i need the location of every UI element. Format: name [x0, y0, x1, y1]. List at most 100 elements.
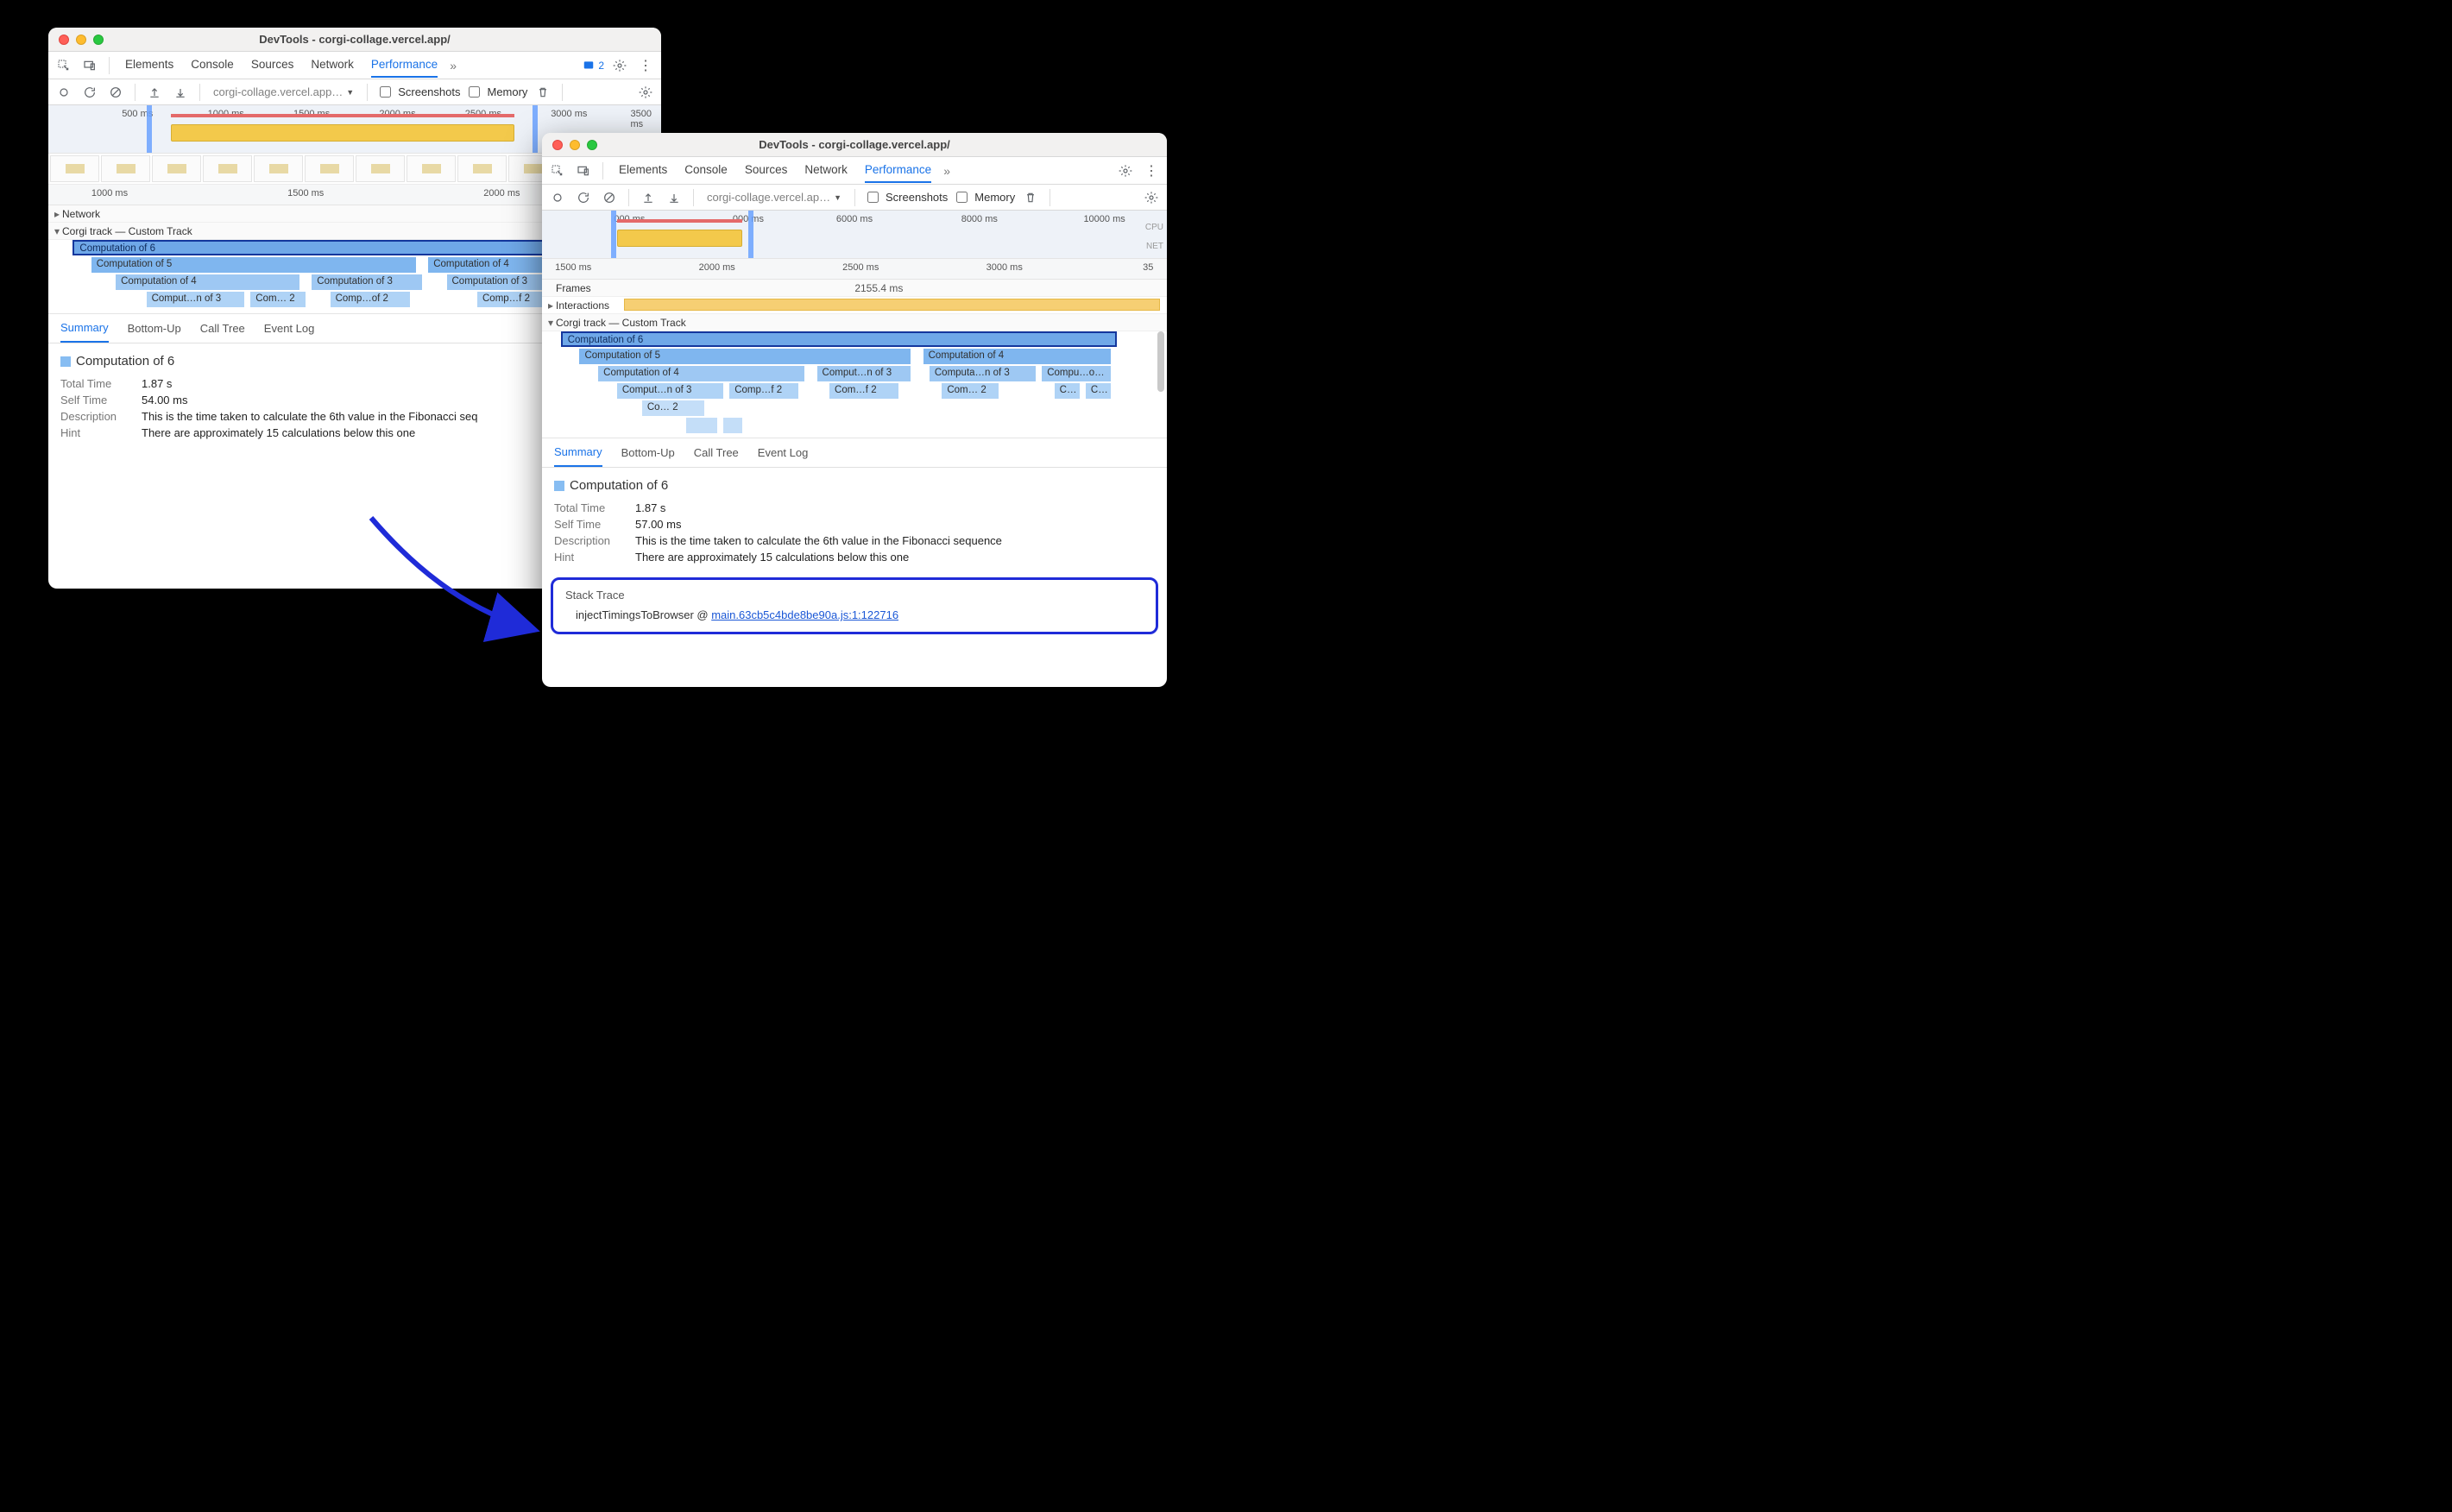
- flame-entry[interactable]: Com…f 2: [829, 383, 898, 399]
- device-toolbar-icon[interactable]: [573, 161, 594, 181]
- upload-icon[interactable]: [638, 187, 659, 208]
- window-zoom-button[interactable]: [587, 140, 597, 150]
- flame-entry[interactable]: C…: [1055, 383, 1080, 399]
- gc-icon[interactable]: [533, 82, 553, 103]
- scrollbar-thumb[interactable]: [1157, 331, 1164, 392]
- flame-entry[interactable]: Comput…n of 3: [617, 383, 723, 399]
- flame-entry[interactable]: Computa…n of 3: [930, 366, 1036, 381]
- screenshot-thumb[interactable]: [50, 155, 99, 182]
- overview-handle-right[interactable]: [748, 211, 753, 258]
- gc-icon[interactable]: [1020, 187, 1041, 208]
- memory-toggle[interactable]: Memory: [953, 189, 1015, 205]
- flame-entry[interactable]: Co… 2: [642, 400, 704, 416]
- record-icon[interactable]: [54, 82, 74, 103]
- window-minimize-button[interactable]: [570, 140, 580, 150]
- reload-record-icon[interactable]: [79, 82, 100, 103]
- screenshot-thumb[interactable]: [356, 155, 405, 182]
- kebab-menu-icon[interactable]: ⋮: [1141, 161, 1162, 181]
- flame-entry[interactable]: Comp…f 2: [477, 292, 551, 307]
- flame-entry[interactable]: Computation of 4: [116, 274, 299, 290]
- download-icon[interactable]: [170, 82, 191, 103]
- overview-handle-right[interactable]: [533, 105, 538, 153]
- device-toolbar-icon[interactable]: [79, 55, 100, 76]
- kebab-menu-icon[interactable]: ⋮: [635, 55, 656, 76]
- flame-entry[interactable]: Computation of 5: [579, 349, 911, 364]
- tab-elements[interactable]: Elements: [125, 53, 173, 78]
- flame-entry[interactable]: Com… 2: [250, 292, 306, 307]
- tab-console[interactable]: Console: [684, 158, 728, 183]
- screenshots-toggle[interactable]: Screenshots: [376, 84, 460, 100]
- flame-entry[interactable]: Computation of 4: [598, 366, 804, 381]
- subtab-summary[interactable]: Summary: [60, 314, 109, 343]
- subtab-summary[interactable]: Summary: [554, 438, 602, 467]
- screenshot-thumb[interactable]: [203, 155, 252, 182]
- screenshot-thumb[interactable]: [305, 155, 354, 182]
- screenshot-thumb[interactable]: [254, 155, 303, 182]
- screenshot-thumb[interactable]: [101, 155, 150, 182]
- settings-icon[interactable]: [1115, 161, 1136, 181]
- subtab-bottom-up[interactable]: Bottom-Up: [128, 315, 181, 342]
- upload-icon[interactable]: [144, 82, 165, 103]
- more-tabs-icon[interactable]: »: [443, 55, 463, 76]
- interactions-section[interactable]: ▸Interactions: [542, 297, 1167, 314]
- capture-settings-icon[interactable]: [1141, 187, 1162, 208]
- flame-entry[interactable]: Comp…of 2: [331, 292, 410, 307]
- window-minimize-button[interactable]: [76, 35, 86, 45]
- flame-entry[interactable]: [686, 418, 717, 433]
- flame-entry[interactable]: Compu…of 2: [1042, 366, 1111, 381]
- overview-handle-left[interactable]: [611, 211, 616, 258]
- tab-performance[interactable]: Performance: [371, 53, 438, 78]
- window-close-button[interactable]: [59, 35, 69, 45]
- overview-handle-left[interactable]: [147, 105, 152, 153]
- flame-entry[interactable]: Computation of 5: [91, 257, 416, 273]
- inspect-element-icon[interactable]: [54, 55, 74, 76]
- flame-ruler[interactable]: 1500 ms 2000 ms 2500 ms 3000 ms 35: [542, 259, 1167, 280]
- flame-entry[interactable]: Comput…n of 3: [817, 366, 911, 381]
- subtab-call-tree[interactable]: Call Tree: [694, 439, 739, 466]
- titlebar[interactable]: DevTools - corgi-collage.vercel.app/: [48, 28, 661, 52]
- flame-entry[interactable]: [723, 418, 742, 433]
- clear-icon[interactable]: [105, 82, 126, 103]
- subtab-event-log[interactable]: Event Log: [758, 439, 809, 466]
- flame-entry-selected[interactable]: Computation of 6: [561, 331, 1117, 347]
- flame-chart[interactable]: Computation of 6 Computation of 5 Comput…: [542, 331, 1167, 438]
- download-icon[interactable]: [664, 187, 684, 208]
- capture-settings-icon[interactable]: [635, 82, 656, 103]
- tab-network[interactable]: Network: [311, 53, 354, 78]
- flame-entry[interactable]: Comp…f 2: [729, 383, 798, 399]
- recording-selector[interactable]: corgi-collage.vercel.ap…▼: [703, 188, 846, 206]
- flame-entry[interactable]: Computation of 4: [923, 349, 1111, 364]
- record-icon[interactable]: [547, 187, 568, 208]
- interaction-bar[interactable]: [624, 299, 1160, 311]
- titlebar[interactable]: DevTools - corgi-collage.vercel.app/: [542, 133, 1167, 157]
- screenshots-toggle[interactable]: Screenshots: [864, 189, 948, 205]
- flame-entry[interactable]: C…: [1086, 383, 1111, 399]
- reload-record-icon[interactable]: [573, 187, 594, 208]
- inspect-element-icon[interactable]: [547, 161, 568, 181]
- flame-entry[interactable]: Com… 2: [942, 383, 998, 399]
- memory-toggle[interactable]: Memory: [465, 84, 527, 100]
- frames-section[interactable]: ▸Frames 2155.4 ms: [542, 280, 1167, 297]
- stack-source-link[interactable]: main.63cb5c4bde8be90a.js:1:122716: [711, 608, 898, 621]
- flame-entry[interactable]: Computation of 3: [312, 274, 422, 290]
- screenshot-thumb[interactable]: [152, 155, 201, 182]
- tab-elements[interactable]: Elements: [619, 158, 667, 183]
- tab-console[interactable]: Console: [191, 53, 234, 78]
- tab-network[interactable]: Network: [804, 158, 848, 183]
- window-close-button[interactable]: [552, 140, 563, 150]
- subtab-bottom-up[interactable]: Bottom-Up: [621, 439, 675, 466]
- issues-chip[interactable]: 2: [583, 60, 604, 72]
- subtab-event-log[interactable]: Event Log: [264, 315, 315, 342]
- window-zoom-button[interactable]: [93, 35, 104, 45]
- timeline-overview[interactable]: 000 ms 000 ms 6000 ms 8000 ms 10000 ms C…: [542, 211, 1167, 259]
- more-tabs-icon[interactable]: »: [936, 161, 957, 181]
- subtab-call-tree[interactable]: Call Tree: [200, 315, 245, 342]
- custom-track-section[interactable]: ▾Corgi track — Custom Track: [542, 314, 1167, 331]
- recording-selector[interactable]: corgi-collage.vercel.app…▼: [209, 83, 358, 101]
- tab-sources[interactable]: Sources: [745, 158, 788, 183]
- screenshot-thumb[interactable]: [457, 155, 507, 182]
- clear-icon[interactable]: [599, 187, 620, 208]
- screenshot-thumb[interactable]: [407, 155, 456, 182]
- settings-icon[interactable]: [609, 55, 630, 76]
- flame-entry[interactable]: Comput…n of 3: [147, 292, 245, 307]
